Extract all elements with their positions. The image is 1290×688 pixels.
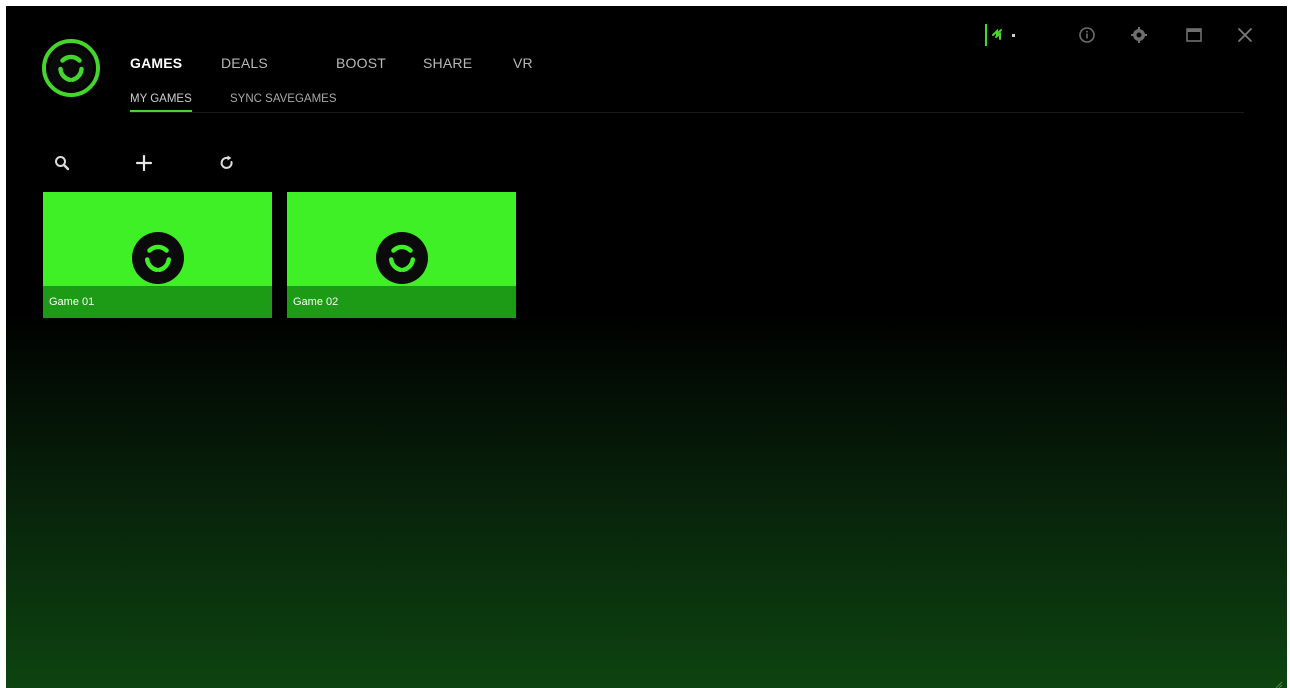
tab-vr[interactable]: VR (513, 55, 533, 71)
game-tile[interactable]: Game 02 (287, 192, 516, 318)
close-icon[interactable] (1234, 24, 1256, 46)
tab-games[interactable]: GAMES (130, 55, 182, 71)
cortex-logo-icon (130, 230, 186, 286)
tile-label-bar: Game 01 (43, 286, 272, 318)
info-icon[interactable] (1076, 24, 1098, 46)
resize-grip-icon[interactable] (1275, 676, 1283, 688)
razer-account-icon[interactable] (984, 24, 1034, 46)
plus-icon[interactable] (133, 152, 155, 174)
game-tile[interactable]: Game 01 (43, 192, 272, 318)
tab-deals[interactable]: DEALS (221, 55, 268, 71)
maximize-icon[interactable] (1183, 24, 1205, 46)
settings-icon[interactable] (1128, 24, 1150, 46)
subtab-sync-savegames[interactable]: SYNC SAVEGAMES (230, 93, 337, 110)
cortex-logo-icon (374, 230, 430, 286)
cortex-logo-icon (41, 38, 101, 98)
tile-label-bar: Game 02 (287, 286, 516, 318)
tab-boost[interactable]: BOOST (336, 55, 386, 71)
header-divider (130, 112, 1244, 113)
subtab-my-games[interactable]: MY GAMES (130, 93, 192, 112)
app-window: GAMES DEALS BOOST SHARE VR MY GAMES SYNC… (6, 6, 1287, 688)
game-title: Game 01 (49, 296, 95, 308)
game-title: Game 02 (293, 296, 339, 308)
refresh-icon[interactable] (216, 152, 238, 174)
tab-share[interactable]: SHARE (423, 55, 472, 71)
search-icon[interactable] (51, 152, 73, 174)
